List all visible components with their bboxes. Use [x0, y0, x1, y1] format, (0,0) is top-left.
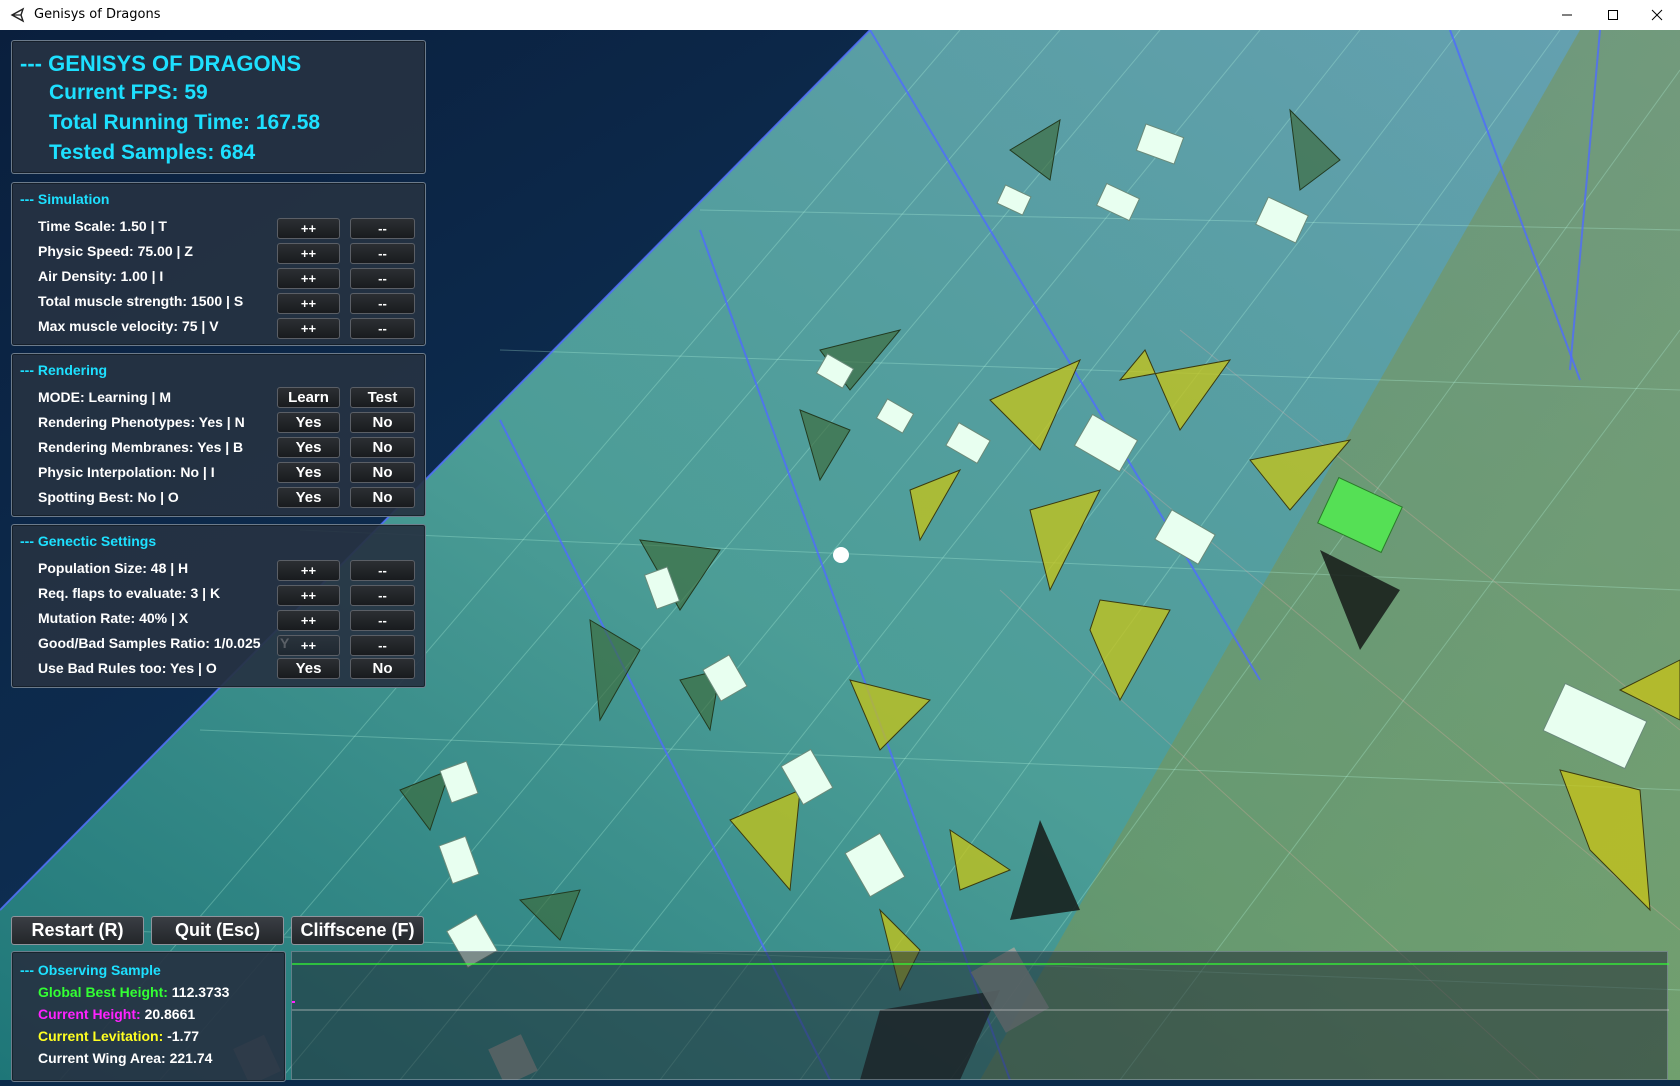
height-graph-lines: [292, 963, 1669, 1011]
minimize-icon: [1562, 14, 1572, 16]
genetic-settings-panel: --- Genectic Settings Population Size: 4…: [11, 524, 426, 688]
physic-speed-increase-button[interactable]: ++: [277, 243, 340, 264]
current-levitation-value: -1.77: [167, 1028, 200, 1044]
rendering-panel: --- Rendering MODE: Learning | M Learn T…: [11, 353, 426, 517]
spotting-best-label: Spotting Best: No | O: [38, 489, 179, 505]
population-decrease-button[interactable]: --: [350, 560, 415, 581]
cliffscene-button[interactable]: Cliffscene (F): [291, 916, 424, 945]
stats-panel: --- GENISYS OF DRAGONS Current FPS: 59 T…: [11, 40, 426, 174]
bad-rules-label: Use Bad Rules too: Yes | O: [38, 660, 217, 676]
time-scale-decrease-button[interactable]: --: [350, 218, 415, 239]
global-best-height-row: Global Best Height: 112.3733: [38, 984, 229, 1000]
physic-speed-decrease-button[interactable]: --: [350, 243, 415, 264]
spotting-best-yes-button[interactable]: Yes: [277, 487, 340, 508]
fps-readout: Current FPS: 59: [49, 81, 208, 104]
quit-button[interactable]: Quit (Esc): [151, 916, 284, 945]
current-height-value: 20.8661: [144, 1006, 196, 1022]
rendering-membranes-label: Rendering Membranes: Yes | B: [38, 439, 244, 455]
muscle-velocity-label: Max muscle velocity: 75 | V: [38, 318, 219, 334]
maximize-icon: [1608, 10, 1618, 20]
rendering-phenotypes-label: Rendering Phenotypes: Yes | N: [38, 414, 245, 430]
muscle-velocity-increase-button[interactable]: ++: [277, 318, 340, 339]
spotting-best-no-button[interactable]: No: [350, 487, 415, 508]
mode-test-button[interactable]: Test: [350, 387, 415, 408]
mutation-rate-label: Mutation Rate: 40% | X: [38, 610, 189, 626]
physic-interpolation-label: Physic Interpolation: No | I: [38, 464, 215, 480]
air-density-decrease-button[interactable]: --: [350, 268, 415, 289]
bad-rules-yes-button[interactable]: Yes: [277, 658, 340, 679]
rendering-heading: --- Rendering: [20, 362, 108, 378]
observing-sample-heading: --- Observing Sample: [20, 962, 161, 978]
current-height-row: Current Height: 20.8661: [38, 1006, 195, 1022]
restart-button[interactable]: Restart (R): [11, 916, 144, 945]
window-title: Genisys of Dragons: [34, 7, 161, 22]
current-wing-area-label: Current Wing Area:: [38, 1050, 166, 1066]
height-graph: [291, 951, 1669, 1080]
simulation-panel: --- Simulation Time Scale: 1.50 | T ++ -…: [11, 182, 426, 346]
interpolation-no-button[interactable]: No: [350, 462, 415, 483]
muscle-strength-label: Total muscle strength: 1500 | S: [38, 293, 244, 309]
window-titlebar: Genisys of Dragons: [0, 0, 1680, 31]
observing-sample-panel: --- Observing Sample Global Best Height:…: [11, 951, 286, 1082]
phenotypes-yes-button[interactable]: Yes: [277, 412, 340, 433]
air-density-increase-button[interactable]: ++: [277, 268, 340, 289]
maximize-button[interactable]: [1590, 0, 1636, 30]
phenotypes-no-button[interactable]: No: [350, 412, 415, 433]
global-best-height-label: Global Best Height:: [38, 984, 168, 1000]
current-height-label: Current Height:: [38, 1006, 141, 1022]
mutation-rate-increase-button[interactable]: ++: [277, 610, 340, 631]
muscle-velocity-decrease-button[interactable]: --: [350, 318, 415, 339]
samples-ratio-decrease-button[interactable]: --: [350, 635, 415, 656]
current-levitation-label: Current Levitation:: [38, 1028, 164, 1044]
muscle-strength-decrease-button[interactable]: --: [350, 293, 415, 314]
current-wing-area-value: 221.74: [169, 1050, 213, 1066]
close-button[interactable]: [1634, 0, 1680, 30]
time-scale-increase-button[interactable]: ++: [277, 218, 340, 239]
population-increase-button[interactable]: ++: [277, 560, 340, 581]
air-density-label: Air Density: 1.00 | I: [38, 268, 164, 284]
unity-app-icon: [10, 7, 26, 23]
global-best-height-value: 112.3733: [171, 984, 230, 1000]
samples-ratio-label: Good/Bad Samples Ratio: 1/0.025: [38, 635, 261, 651]
req-flaps-label: Req. flaps to evaluate: 3 | K: [38, 585, 221, 601]
current-levitation-row: Current Levitation: -1.77: [38, 1028, 199, 1044]
samples-ratio-increase-button[interactable]: ++: [277, 635, 340, 656]
req-flaps-decrease-button[interactable]: --: [350, 585, 415, 606]
minimize-button[interactable]: [1544, 0, 1590, 30]
simulation-heading: --- Simulation: [20, 191, 110, 207]
running-time-readout: Total Running Time: 167.58: [49, 111, 321, 134]
physic-speed-label: Physic Speed: 75.00 | Z: [38, 243, 193, 259]
membranes-no-button[interactable]: No: [350, 437, 415, 458]
current-wing-area-row: Current Wing Area: 221.74: [38, 1050, 212, 1066]
mode-label: MODE: Learning | M: [38, 389, 172, 405]
genetic-settings-heading: --- Genectic Settings: [20, 533, 157, 549]
mode-learn-button[interactable]: Learn: [277, 387, 340, 408]
mutation-rate-decrease-button[interactable]: --: [350, 610, 415, 631]
muscle-strength-increase-button[interactable]: ++: [277, 293, 340, 314]
close-icon: [1651, 9, 1663, 21]
app-heading: --- GENISYS OF DRAGONS: [20, 51, 302, 76]
tested-samples-readout: Tested Samples: 684: [49, 141, 256, 164]
time-scale-label: Time Scale: 1.50 | T: [38, 218, 167, 234]
population-size-label: Population Size: 48 | H: [38, 560, 189, 576]
req-flaps-increase-button[interactable]: ++: [277, 585, 340, 606]
interpolation-yes-button[interactable]: Yes: [277, 462, 340, 483]
bad-rules-no-button[interactable]: No: [350, 658, 415, 679]
membranes-yes-button[interactable]: Yes: [277, 437, 340, 458]
